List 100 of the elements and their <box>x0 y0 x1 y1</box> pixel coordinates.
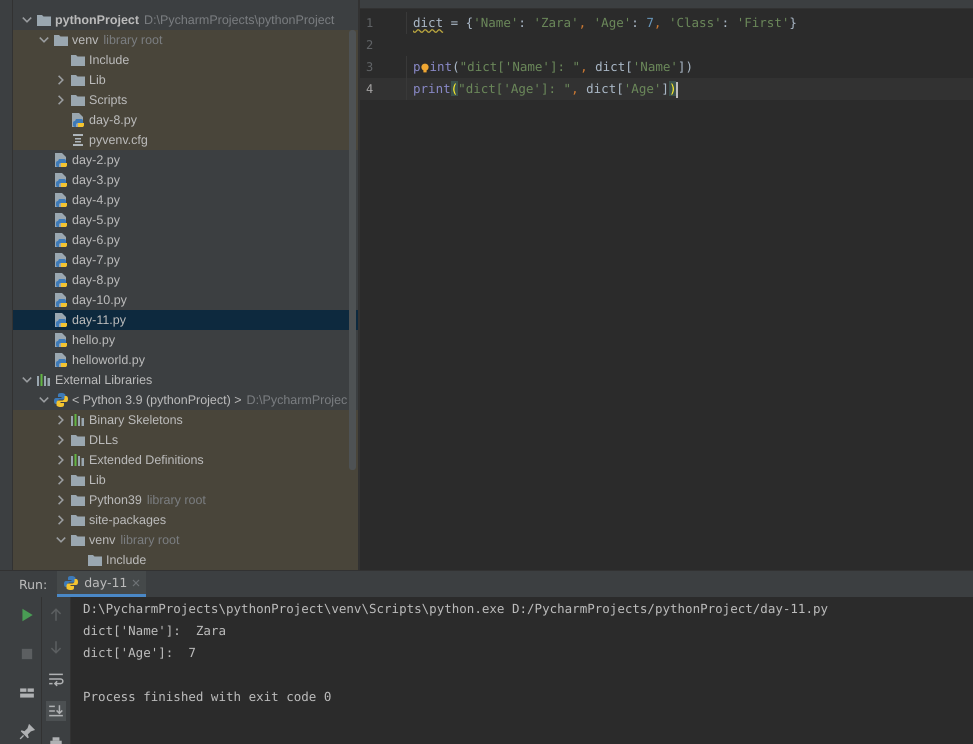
python-file-icon <box>53 312 69 328</box>
tree-item[interactable]: Include <box>13 50 358 70</box>
item-label: site-packages <box>89 513 166 527</box>
tree-item[interactable]: day-7.py <box>13 250 358 270</box>
tree-item[interactable]: External Libraries <box>13 370 358 390</box>
tree-item[interactable]: pythonProject D:\PycharmProjects\pythonProject <box>13 10 358 30</box>
folder-icon <box>53 32 69 48</box>
tree-item[interactable]: Python39 library root <box>13 490 358 510</box>
item-hint: library root <box>146 493 206 507</box>
folder-icon <box>70 472 86 488</box>
tree-item[interactable]: Binary Skeletons <box>13 410 358 430</box>
run-label: Run: <box>19 576 48 592</box>
line-number: 3 <box>365 60 374 74</box>
item-label: Python39 <box>89 493 142 507</box>
tree-item[interactable]: day-10.py <box>13 290 358 310</box>
item-label: Extended Definitions <box>89 453 204 467</box>
tree-item[interactable]: day-4.py <box>13 190 358 210</box>
folder-icon <box>87 552 103 568</box>
folder-icon <box>70 52 86 68</box>
tree-item[interactable]: venv library root <box>13 30 358 50</box>
item-label: day-2.py <box>72 153 120 167</box>
lightbulb-icon[interactable] <box>421 62 430 74</box>
item-label: pythonProject <box>55 13 140 27</box>
item-label: Include <box>89 53 130 67</box>
scrollbar-thumb[interactable] <box>349 30 356 470</box>
python-file-icon <box>70 112 86 128</box>
item-label: pyvenv.cfg <box>89 133 148 147</box>
item-hint: D:\PycharmProjects\pythonProject <box>144 13 334 27</box>
exit-message: Process finished with exit code 0 <box>83 688 332 706</box>
python-logo-icon <box>63 574 80 590</box>
tree-item[interactable]: hello.py <box>13 330 358 350</box>
python-file-icon <box>53 292 69 308</box>
tree-item[interactable]: Extended Definitions <box>13 450 358 470</box>
folder-icon <box>36 12 52 28</box>
item-label: DLLs <box>89 433 118 447</box>
item-label: External Libraries <box>55 373 152 387</box>
pin-icon[interactable] <box>17 722 37 742</box>
item-label: hello.py <box>72 333 116 347</box>
line-number: 4 <box>365 82 374 96</box>
scroll-to-end-icon[interactable] <box>46 701 66 721</box>
tree-item[interactable]: day-5.py <box>13 210 358 230</box>
item-hint: D:\PycharmProjec <box>246 393 348 407</box>
item-label: day-3.py <box>72 173 120 187</box>
item-label: < Python 3.9 (pythonProject) > <box>72 393 242 407</box>
item-label: Include <box>106 553 146 567</box>
item-label: day-4.py <box>72 193 120 207</box>
item-hint: library root <box>103 33 162 47</box>
tree-item[interactable]: < Python 3.9 (pythonProject) > D:\PycharmProjec <box>13 390 358 410</box>
close-icon[interactable] <box>132 578 140 586</box>
item-label: venv <box>72 33 98 47</box>
line-number: 2 <box>365 38 374 52</box>
tree-item[interactable]: Include <box>13 550 358 570</box>
console-line: dict['Age']: 7 <box>83 644 197 662</box>
library-icon <box>70 412 86 428</box>
folder-icon <box>70 532 86 548</box>
tree-item[interactable]: day-2.py <box>13 150 358 170</box>
line-number: 1 <box>365 16 374 30</box>
folder-icon <box>70 72 86 88</box>
item-label: day-6.py <box>72 233 120 247</box>
item-label: Lib <box>89 473 106 487</box>
tree-item[interactable]: day-6.py <box>13 230 358 250</box>
item-label: day-7.py <box>72 253 120 267</box>
library-icon <box>70 452 86 468</box>
item-label: Scripts <box>89 93 128 107</box>
console-line: dict['Name']: Zara <box>83 622 227 640</box>
item-label: day-10.py <box>72 293 127 307</box>
folder-icon <box>70 432 86 448</box>
item-label: day-8.py <box>72 273 120 287</box>
run-tab[interactable]: day-11 <box>57 571 146 597</box>
text-file-icon <box>70 132 86 148</box>
tree-item[interactable]: Lib <box>13 70 358 90</box>
python-file-icon <box>53 272 69 288</box>
tree-item[interactable]: venv library root <box>13 530 358 550</box>
tree-item[interactable]: day-11.py <box>13 310 358 330</box>
item-hint: library root <box>120 533 180 547</box>
item-label: venv <box>89 533 116 547</box>
tree-item[interactable]: site-packages <box>13 510 358 530</box>
tree-item[interactable]: Lib <box>13 470 358 490</box>
python-file-icon <box>53 192 69 208</box>
item-label: helloworld.py <box>72 353 145 367</box>
python-file-icon <box>53 332 69 348</box>
python-file-icon <box>53 252 69 268</box>
console-line: D:\PycharmProjects\pythonProject\venv\Scripts\python.exe D:/PycharmProjects/pythonProject/day-11.py <box>83 600 830 618</box>
python-file-icon <box>53 172 69 188</box>
tree-item[interactable]: day-8.py <box>13 110 358 130</box>
tree-item[interactable]: pyvenv.cfg <box>13 130 358 150</box>
python-file-icon <box>53 212 69 228</box>
python-logo-icon <box>53 392 69 408</box>
tree-item[interactable]: Scripts <box>13 90 358 110</box>
item-label: day-11.py <box>72 313 126 327</box>
tree-item[interactable]: DLLs <box>13 430 358 450</box>
tree-item[interactable]: helloworld.py <box>13 350 358 370</box>
tree-item[interactable]: day-8.py <box>13 270 358 290</box>
tree-item[interactable]: day-3.py <box>13 170 358 190</box>
python-file-icon <box>53 232 69 248</box>
python-file-icon <box>53 352 69 368</box>
item-label: day-8.py <box>89 113 137 127</box>
python-file-icon <box>53 152 69 168</box>
code-line: print("dict['Age']: ", dict['Age']) <box>406 78 678 100</box>
library-icon <box>36 372 52 388</box>
